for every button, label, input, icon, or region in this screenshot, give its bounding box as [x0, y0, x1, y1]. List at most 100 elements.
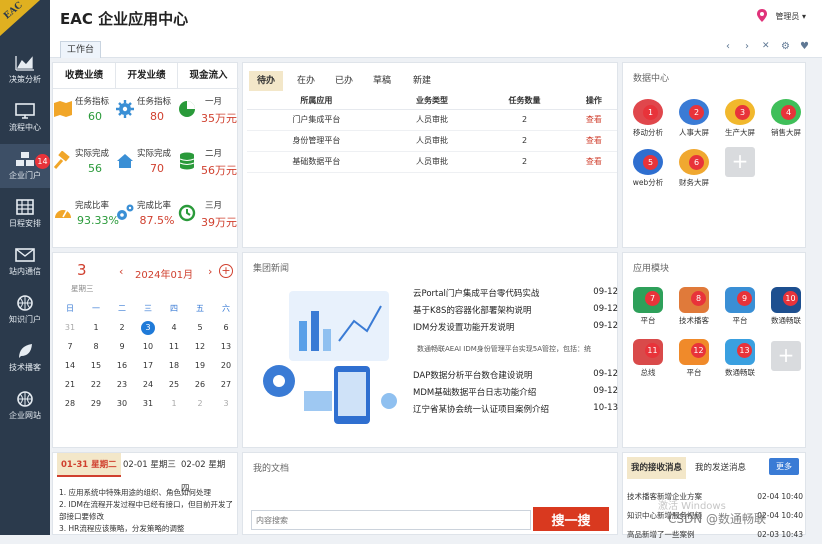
tab-sent[interactable]: 我的发送消息	[691, 457, 750, 479]
calendar-date[interactable]: 29	[83, 399, 109, 408]
sidebar-item-decision[interactable]: 决策分析	[0, 48, 50, 92]
calendar-date[interactable]: 18	[161, 361, 187, 370]
news-item[interactable]: 基于K8S的容器化部署架构说明 09-12	[413, 304, 618, 316]
tab-workbench[interactable]: 工作台	[60, 41, 102, 58]
sidebar-item-schedule[interactable]: 日程安排	[0, 192, 50, 236]
calendar-date[interactable]: 19	[187, 361, 213, 370]
calendar-date[interactable]: 22	[83, 380, 109, 389]
tab-new[interactable]: 新建	[405, 71, 439, 91]
search-button[interactable]: 搜一搜	[533, 507, 609, 531]
more-button[interactable]: 更多	[769, 458, 799, 475]
admin-menu[interactable]: 管理员 ▾	[775, 11, 806, 22]
location-pin-icon[interactable]	[757, 9, 767, 22]
news-item[interactable]: 辽宁省某协会统一认证项目案例介绍 10-13	[413, 403, 618, 415]
fullscreen-icon[interactable]: ✕	[762, 41, 770, 51]
list-item[interactable]: 2. IDM在流程开发过程中已经有接口，但目前开发了部接口要修改	[59, 499, 237, 523]
header-billing[interactable]: 收费业绩	[53, 63, 115, 89]
sidebar-item-process[interactable]: 流程中心	[0, 96, 50, 140]
data-app-icon[interactable]: 1	[631, 97, 665, 131]
docs-search-input[interactable]	[251, 510, 531, 530]
gear-icon[interactable]: ⚙	[781, 41, 790, 52]
calendar-date[interactable]: 31	[135, 399, 161, 408]
calendar-date[interactable]: 30	[109, 399, 135, 408]
module-icon[interactable]: 12	[677, 337, 711, 371]
calendar-date[interactable]: 23	[109, 380, 135, 389]
calendar-date[interactable]: 13	[213, 342, 239, 351]
sidebar-item-knowledge[interactable]: 知识门户	[0, 288, 50, 332]
module-icon[interactable]: 8	[677, 285, 711, 319]
data-app-icon[interactable]: 6	[677, 147, 711, 181]
calendar-date[interactable]: 21	[57, 380, 83, 389]
module-icon[interactable]: 11	[631, 337, 665, 371]
calendar-date[interactable]: 17	[135, 361, 161, 370]
data-app-icon[interactable]: 5	[631, 147, 665, 181]
view-link[interactable]: 查看	[570, 130, 617, 152]
news-item[interactable]: IDM分发设置功能开发说明 09-12	[413, 321, 618, 333]
calendar-date[interactable]: 2	[109, 323, 135, 332]
data-app-icon[interactable]: 3	[723, 97, 757, 131]
calendar-date[interactable]: 31	[57, 323, 83, 332]
calendar-date[interactable]: 6	[213, 323, 239, 332]
calendar-date[interactable]: 27	[213, 380, 239, 389]
eac-logo[interactable]: EAC	[0, 0, 50, 36]
calendar-date[interactable]: 9	[109, 342, 135, 351]
view-link[interactable]: 查看	[570, 151, 617, 173]
calendar-date[interactable]: 16	[109, 361, 135, 370]
sidebar-item-website[interactable]: 企业网站	[0, 384, 50, 428]
module-icon[interactable]: 9	[723, 285, 757, 319]
calendar-date[interactable]: 24	[135, 380, 161, 389]
month-next-icon[interactable]: ›	[208, 265, 212, 278]
module-icon[interactable]: 7	[631, 285, 665, 319]
calendar-date[interactable]: 3	[141, 321, 155, 335]
calendar-date[interactable]: 1	[83, 323, 109, 332]
tab-received[interactable]: 我的接收消息	[627, 457, 687, 479]
calendar-date[interactable]: 7	[57, 342, 83, 351]
sidebar-item-messages[interactable]: 站内通信	[0, 240, 50, 284]
calendar-date[interactable]: 15	[83, 361, 109, 370]
calendar-date[interactable]: 26	[187, 380, 213, 389]
calendar-date[interactable]: 4	[161, 323, 187, 332]
add-data-app-button[interactable]: +	[725, 147, 755, 177]
view-link[interactable]: 查看	[570, 109, 617, 131]
sidebar-item-portal[interactable]: 企业门户 14	[0, 144, 50, 188]
data-app-icon[interactable]: 2	[677, 97, 711, 131]
docs-title: 我的文档	[253, 464, 290, 474]
month-prev-icon[interactable]: ‹	[119, 265, 123, 278]
calendar-day: 3	[77, 261, 87, 279]
calendar-date[interactable]: 28	[57, 399, 83, 408]
calendar-date[interactable]: 3	[213, 399, 239, 408]
add-module-button[interactable]: +	[771, 341, 801, 371]
calendar-date[interactable]: 12	[187, 342, 213, 351]
add-event-button[interactable]: +	[219, 264, 233, 278]
header-cash[interactable]: 现金流入	[177, 63, 239, 89]
tab-schedule-0131[interactable]: 01-31 星期二	[57, 453, 121, 477]
calendar-date[interactable]: 10	[135, 342, 161, 351]
calendar-date[interactable]: 5	[187, 323, 213, 332]
news-item[interactable]: MDM基础数据平台日志功能介绍 09-12	[413, 386, 618, 398]
calendar-date[interactable]: 1	[161, 399, 187, 408]
data-app-icon[interactable]: 4	[769, 97, 803, 131]
tab-doing[interactable]: 在办	[289, 71, 323, 91]
calendar-date[interactable]: 8	[83, 342, 109, 351]
calendar-date[interactable]: 25	[161, 380, 187, 389]
tab-schedule-0201[interactable]: 02-01 星期三	[119, 453, 180, 477]
list-item[interactable]: 3. HR流程应该策略，分发策略的调整	[59, 523, 237, 535]
tab-schedule-0202[interactable]: 02-02 星期四	[177, 453, 237, 494]
calendar-date[interactable]: 14	[57, 361, 83, 370]
news-item[interactable]: DAP数据分析平台数仓建设说明 09-12	[413, 369, 618, 381]
tab-todo[interactable]: 待办	[249, 71, 284, 91]
calendar-date[interactable]: 2	[187, 399, 213, 408]
calendar-date[interactable]: 11	[161, 342, 187, 351]
prev-icon[interactable]: ‹	[726, 41, 730, 52]
heart-icon[interactable]: ♥	[800, 41, 809, 52]
next-icon[interactable]: ›	[745, 41, 749, 52]
tab-done[interactable]: 已办	[327, 71, 361, 91]
sidebar-item-podcast[interactable]: 技术播客	[0, 336, 50, 380]
list-item[interactable]: 1. 应用系统中特殊用途的组织、角色如何处理	[59, 487, 237, 499]
tab-draft[interactable]: 草稿	[365, 71, 399, 91]
news-item[interactable]: 云Portal门户集成平台零代码实战 09-12	[413, 287, 618, 299]
header-dev[interactable]: 开发业绩	[115, 63, 177, 89]
calendar-date[interactable]: 20	[213, 361, 239, 370]
module-icon[interactable]: 10	[769, 285, 803, 319]
module-icon[interactable]: 13	[723, 337, 757, 371]
